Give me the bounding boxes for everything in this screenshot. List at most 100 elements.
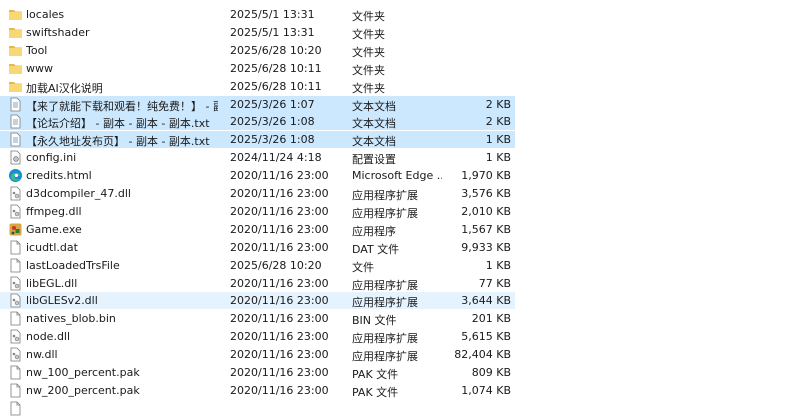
file-row[interactable]: swiftshader 2025/5/1 13:31 文件夹: [0, 24, 515, 41]
file-size: 82,404 KB: [454, 348, 511, 362]
file-type: 配置设置: [352, 153, 396, 167]
file-date-modified: 2020/11/16 23:00: [230, 348, 329, 362]
file-row[interactable]: node.dll 2020/11/16 23:00 应用程序扩展 5,615 KB: [0, 328, 515, 345]
file-row[interactable]: config.ini 2024/11/24 4:18 配置设置 1 KB: [0, 149, 515, 166]
file-row[interactable]: libGLESv2.dll 2020/11/16 23:00 应用程序扩展 3,644…: [0, 292, 515, 310]
file-row[interactable]: Game.exe 2020/11/16 23:00 应用程序 1,567 KB: [0, 221, 515, 238]
text-file-icon: [8, 114, 23, 129]
file-type: 应用程序扩展: [352, 206, 418, 220]
file-size: 2 KB: [485, 115, 511, 129]
file-size: 1,970 KB: [461, 169, 511, 183]
file-name: ffmpeg.dll: [26, 204, 82, 218]
file-size: 2,010 KB: [461, 204, 511, 218]
file-row[interactable]: lastLoadedTrsFile 2025/6/28 10:20 文件 1 KB: [0, 257, 515, 274]
file-date-modified: 2020/11/16 23:00: [230, 240, 329, 254]
file-date-modified: 2020/11/16 23:00: [230, 169, 329, 183]
file-type: 文本文档: [352, 135, 396, 149]
file-row[interactable]: libEGL.dll 2020/11/16 23:00 应用程序扩展 77 KB: [0, 275, 515, 292]
file-row[interactable]: d3dcompiler_47.dll 2020/11/16 23:00 应用程序扩展…: [0, 185, 515, 202]
file-row[interactable]: nw_100_percent.pak 2020/11/16 23:00 PAK 文件…: [0, 364, 515, 381]
file-date-modified: 2020/11/16 23:00: [230, 330, 329, 344]
file-name: nw_100_percent.pak: [26, 366, 140, 379]
file-size: 1 KB: [485, 258, 511, 272]
file-size: 2 KB: [485, 97, 511, 111]
file-row[interactable]: 【来了就能下载和观看！纯免费！】 - 副... 2025/3/26 1:07 文本文…: [0, 95, 515, 113]
file-size: 1,074 KB: [461, 383, 511, 397]
dll-file-icon: [8, 329, 23, 344]
folder-icon: [8, 79, 23, 94]
file-row[interactable]: www 2025/6/28 10:11 文件夹: [0, 60, 515, 77]
file-row[interactable]: 【论坛介绍】 - 副本 - 副本 - 副本.txt 2025/3/26 1:08 文…: [0, 113, 515, 131]
file-name: icudtl.dat: [26, 240, 78, 254]
folder-icon: [8, 7, 23, 22]
file-type: BIN 文件: [352, 314, 397, 328]
file-size: 1 KB: [485, 151, 511, 165]
dll-file-icon: [8, 276, 23, 291]
file-name: lastLoadedTrsFile: [26, 258, 120, 272]
file-size: 201 KB: [471, 312, 511, 326]
text-file-icon: [8, 132, 23, 147]
file-type: 文件夹: [352, 45, 385, 59]
file-size: 9,933 KB: [461, 240, 511, 254]
file-date-modified: 2020/11/16 23:00: [230, 222, 329, 236]
file-name: 【论坛介绍】 - 副本 - 副本 - 副本.txt: [26, 117, 210, 131]
file-row[interactable]: [0, 400, 515, 417]
file-date-modified: 2020/11/16 23:00: [230, 294, 329, 308]
file-row[interactable]: 【永久地址发布页】 - 副本 - 副本.txt 2025/3/26 1:08 文本文…: [0, 131, 515, 149]
dll-file-icon: [8, 293, 23, 308]
file-size: 1,567 KB: [461, 222, 511, 236]
file-row[interactable]: nw.dll 2020/11/16 23:00 应用程序扩展 82,404 KB: [0, 346, 515, 363]
file-date-modified: 2024/11/24 4:18: [230, 151, 322, 165]
file-type: 应用程序扩展: [352, 332, 418, 346]
file-size: 809 KB: [471, 366, 511, 379]
file-date-modified: 2020/11/16 23:00: [230, 187, 329, 200]
file-type: 文本文档: [352, 117, 396, 131]
folder-icon: [8, 61, 23, 76]
file-date-modified: 2020/11/16 23:00: [230, 312, 329, 326]
file-name: d3dcompiler_47.dll: [26, 187, 131, 200]
file-name: 【来了就能下载和观看！纯免费！】 - 副...: [26, 99, 218, 113]
game-exe-icon: [8, 222, 23, 237]
config-file-icon: [8, 150, 23, 165]
file-row[interactable]: locales 2025/5/1 13:31 文件夹: [0, 6, 515, 23]
file-row[interactable]: icudtl.dat 2020/11/16 23:00 DAT 文件 9,933 KB: [0, 239, 515, 256]
file-type: PAK 文件: [352, 385, 399, 399]
file-date-modified: 2025/3/26 1:08: [230, 133, 315, 147]
file-type: 文件夹: [352, 63, 385, 77]
file-name: Tool: [26, 43, 48, 57]
file-name: 【永久地址发布页】 - 副本 - 副本.txt: [26, 135, 210, 149]
file-name: natives_blob.bin: [26, 312, 116, 326]
file-date-modified: 2025/6/28 10:20: [230, 43, 322, 57]
file-type: 文件夹: [352, 81, 385, 95]
file-row[interactable]: credits.html 2020/11/16 23:00 Microsoft Ed…: [0, 167, 515, 184]
file-date-modified: 2025/5/1 13:31: [230, 25, 315, 39]
folder-icon: [8, 43, 23, 58]
file-row[interactable]: Tool 2025/6/28 10:20 文件夹: [0, 42, 515, 59]
file-name: nw_200_percent.pak: [26, 383, 140, 397]
dll-file-icon: [8, 186, 23, 201]
file-name: swiftshader: [26, 25, 90, 39]
blank-file-icon: [8, 311, 23, 326]
file-size: 3,644 KB: [461, 294, 511, 308]
file-type: 应用程序扩展: [352, 350, 418, 364]
file-row[interactable]: natives_blob.bin 2020/11/16 23:00 BIN 文件 20…: [0, 310, 515, 327]
dll-file-icon: [8, 204, 23, 219]
file-row[interactable]: 加载AI汉化说明 2025/6/28 10:11 文件夹: [0, 78, 515, 95]
file-name: credits.html: [26, 169, 92, 183]
file-date-modified: 2020/11/16 23:00: [230, 366, 329, 379]
file-row[interactable]: ffmpeg.dll 2020/11/16 23:00 应用程序扩展 2,010 KB: [0, 203, 515, 220]
blank-file-icon: [8, 401, 23, 416]
blank-file-icon: [8, 258, 23, 273]
file-list: locales 2025/5/1 13:31 文件夹 swiftshader 2025/…: [0, 0, 800, 416]
file-row[interactable]: nw_200_percent.pak 2020/11/16 23:00 PAK 文件…: [0, 382, 515, 399]
file-type: 文本文档: [352, 99, 396, 113]
file-name: 加载AI汉化说明: [26, 81, 103, 95]
file-date-modified: 2025/3/26 1:07: [230, 97, 315, 111]
file-type: 文件: [352, 260, 374, 274]
file-name: libGLESv2.dll: [26, 294, 98, 308]
file-type: DAT 文件: [352, 242, 400, 256]
file-name: config.ini: [26, 151, 77, 165]
file-name: node.dll: [26, 330, 71, 344]
file-date-modified: 2020/11/16 23:00: [230, 204, 329, 218]
file-size: 5,615 KB: [461, 330, 511, 344]
